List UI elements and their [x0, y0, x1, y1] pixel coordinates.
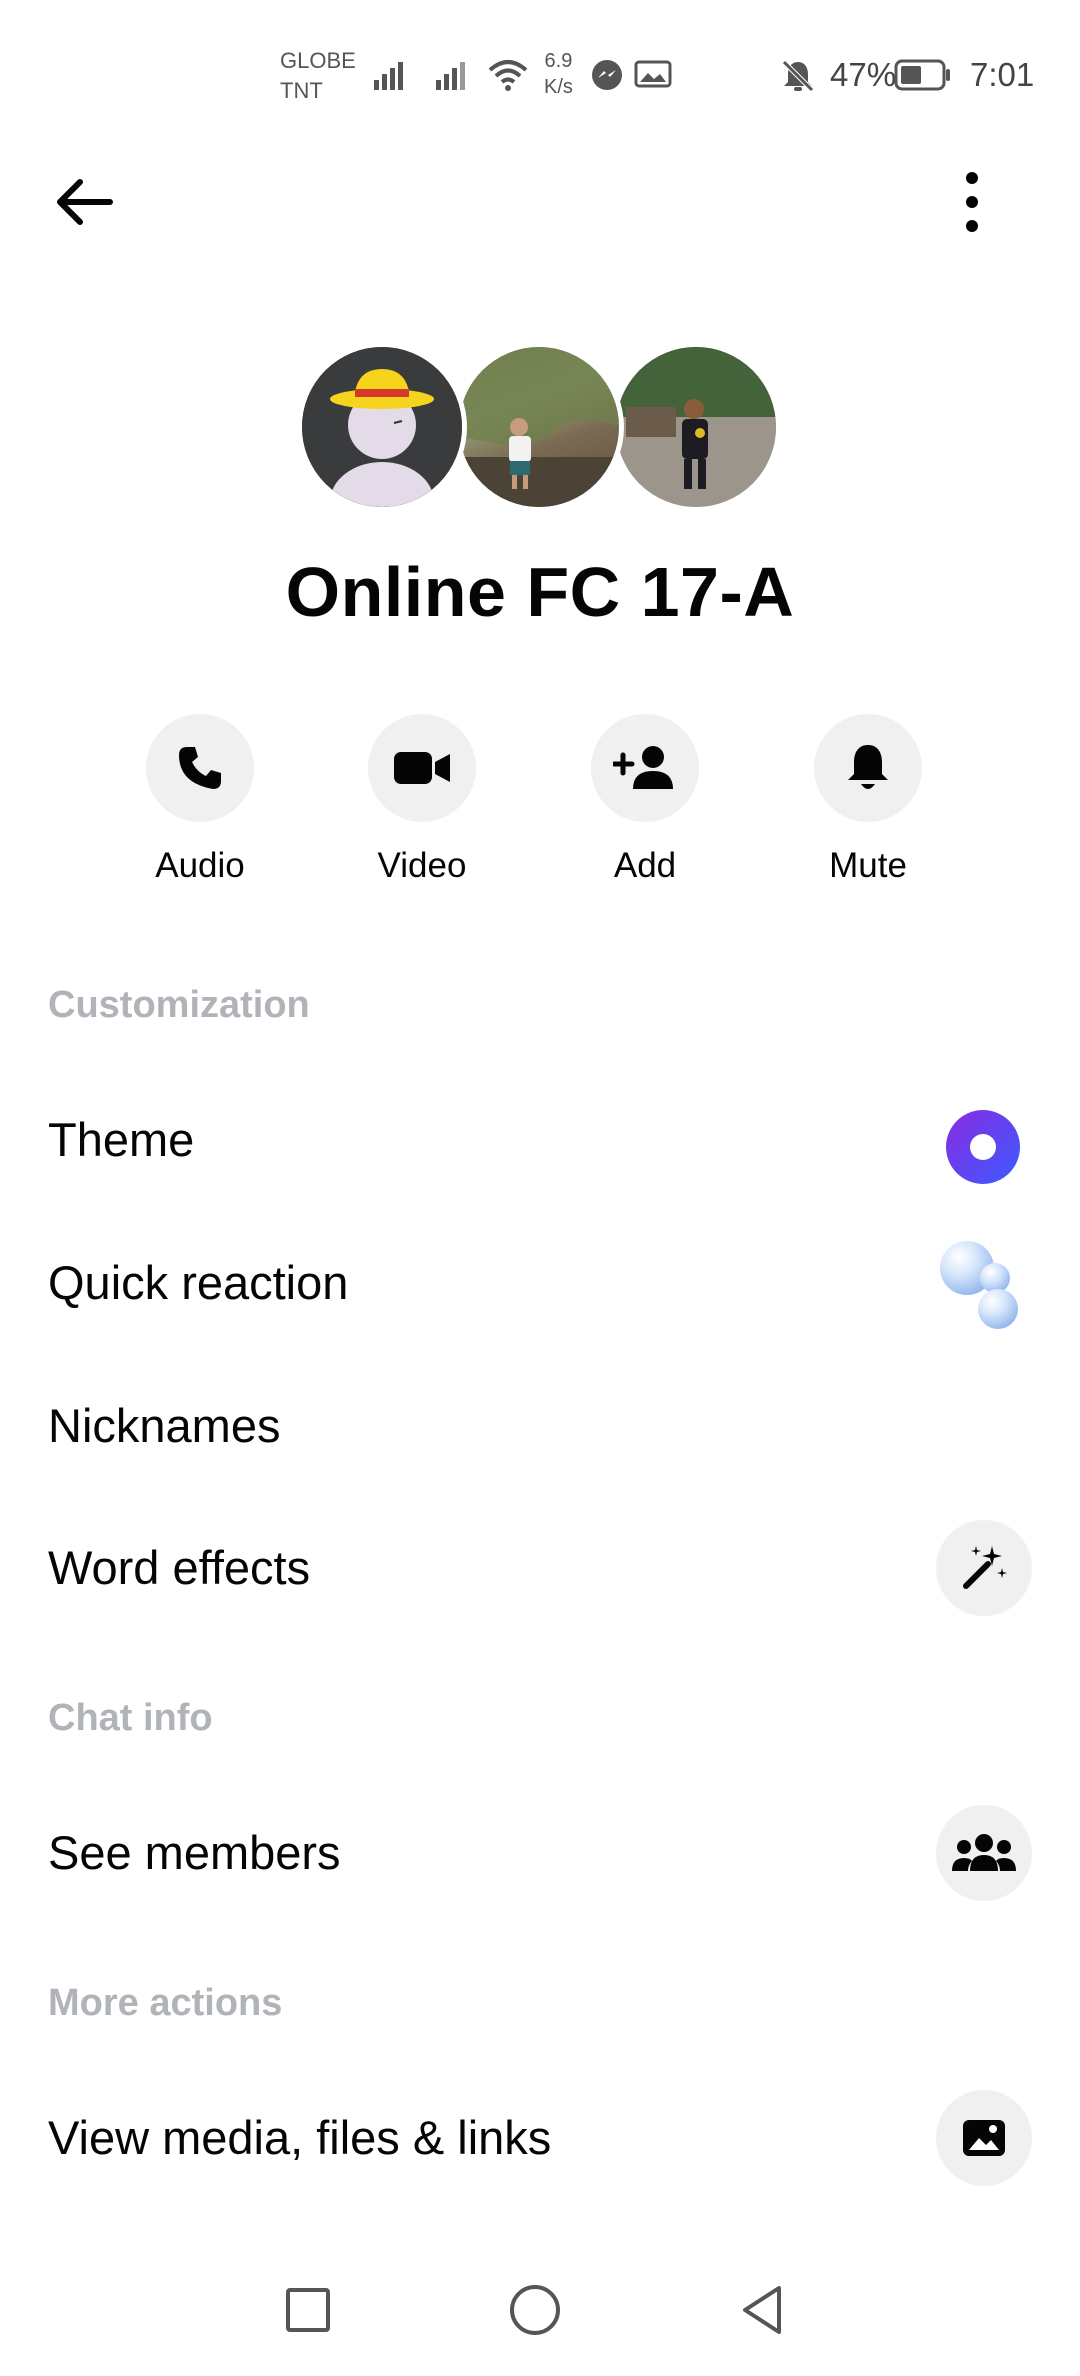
- member-avatar: [611, 342, 781, 512]
- video-camera-icon: [394, 752, 450, 784]
- action-circle: [146, 714, 254, 822]
- back-button[interactable]: [48, 166, 120, 238]
- row-label: Quick reaction: [48, 1256, 349, 1309]
- word-effects-row[interactable]: Word effects: [0, 1502, 1080, 1632]
- view-media-row[interactable]: View media, files & links: [0, 2072, 1080, 2202]
- member-avatar: [297, 342, 467, 512]
- recents-button[interactable]: [268, 2270, 348, 2350]
- group-avatars[interactable]: [297, 342, 781, 512]
- more-options-button[interactable]: [936, 166, 1008, 238]
- action-label: Video: [377, 846, 467, 885]
- home-circle-icon: [510, 2285, 560, 2335]
- phone-icon: [179, 747, 221, 789]
- carrier-names: GLOBE TNT: [280, 46, 356, 106]
- back-triangle-icon: [743, 2286, 781, 2334]
- speed-value: 6.9: [544, 50, 573, 72]
- signal-strength-icon: [374, 62, 403, 90]
- see-members-row[interactable]: See members: [0, 1787, 1080, 1917]
- member-avatar: [454, 342, 624, 512]
- nicknames-row[interactable]: Nicknames: [0, 1360, 1080, 1490]
- group-name-title: Online FC 17-A: [285, 553, 795, 631]
- status-bar: GLOBE TNT 6.9 K/s 47% 7:01: [0, 0, 1080, 130]
- system-back-button[interactable]: [722, 2270, 802, 2350]
- mute-button[interactable]: Mute: [768, 714, 968, 894]
- add-member-button[interactable]: Add: [545, 714, 745, 894]
- system-navigation-bar: [0, 2240, 1080, 2376]
- bell-icon: [848, 745, 888, 789]
- action-circle: [591, 714, 699, 822]
- add-person-icon: [613, 746, 673, 789]
- network-speed: 6.9 K/s: [544, 48, 573, 100]
- battery-icon: [894, 59, 950, 91]
- person-photo-avatar: [459, 347, 619, 507]
- action-circle: [814, 714, 922, 822]
- carrier-1: GLOBE: [280, 48, 356, 73]
- theme-dot-icon: [946, 1110, 1020, 1184]
- person-photo-avatar: [616, 347, 776, 507]
- quick-reaction-row[interactable]: Quick reaction: [0, 1217, 1080, 1347]
- video-call-button[interactable]: Video: [322, 714, 522, 894]
- action-label: Audio: [155, 846, 245, 885]
- theme-row[interactable]: Theme: [0, 1074, 1080, 1204]
- recents-square-icon: [286, 2288, 330, 2332]
- battery-percentage: 47%: [830, 56, 897, 93]
- signal-strength-icon: [436, 62, 465, 90]
- row-label: View media, files & links: [48, 2111, 552, 2164]
- messenger-notification-icon: [592, 60, 622, 90]
- home-button[interactable]: [495, 2270, 575, 2350]
- row-label: Theme: [48, 1113, 195, 1166]
- section-header-chat-info: Chat info: [48, 1697, 213, 1739]
- section-header-more-actions: More actions: [48, 1982, 283, 2024]
- action-label: Add: [613, 846, 677, 885]
- row-label: See members: [48, 1826, 341, 1879]
- icon-circle: [936, 1520, 1032, 1616]
- action-label: Mute: [829, 846, 907, 885]
- gallery-notification-icon: [634, 60, 672, 88]
- bell-off-icon: [782, 60, 814, 92]
- group-chat-settings-screen: GLOBE TNT 6.9 K/s 47% 7:01 Online FC 17-…: [0, 0, 1080, 2376]
- magic-wand-icon: [963, 1546, 1007, 1589]
- image-icon: [963, 2120, 1005, 2156]
- members-icon: [952, 1834, 1016, 1871]
- row-label: Nicknames: [48, 1399, 281, 1452]
- icon-circle: [936, 1805, 1032, 1901]
- carrier-2: TNT: [280, 78, 323, 103]
- action-circle: [368, 714, 476, 822]
- bubbles-icon: [936, 1237, 1032, 1333]
- clock: 7:01: [970, 56, 1035, 93]
- icon-circle: [936, 2090, 1032, 2186]
- speed-unit: K/s: [544, 76, 573, 98]
- quick-actions: Audio Video Add Mute: [0, 714, 1080, 894]
- arrow-left-icon: [57, 179, 113, 225]
- audio-call-button[interactable]: Audio: [100, 714, 300, 894]
- vertical-dots-icon: [966, 172, 978, 232]
- row-label: Word effects: [48, 1541, 311, 1594]
- section-header-customization: Customization: [48, 984, 310, 1026]
- straw-hat-avatar-illustration: [302, 347, 462, 507]
- wifi-icon: [488, 60, 528, 91]
